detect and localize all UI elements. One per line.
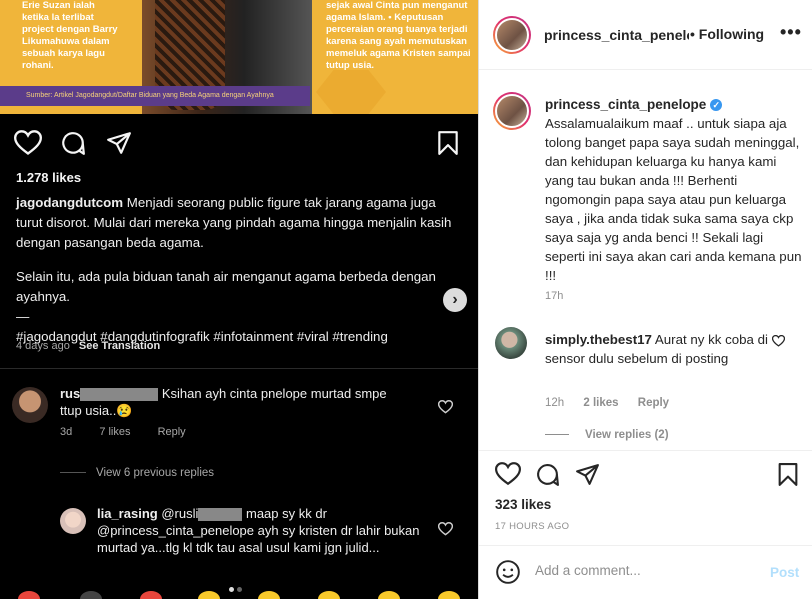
verified-badge-icon: ✓: [710, 99, 723, 112]
next-arrow-button[interactable]: ›: [443, 288, 467, 312]
comment-1-reply[interactable]: Reply: [158, 426, 186, 438]
emoji-reaction-strip: [0, 591, 478, 599]
avatar[interactable]: [12, 387, 48, 423]
post-image: Erie Suzan ialah ketika la terlibat proj…: [0, 0, 478, 114]
post-image-hexagon: [316, 70, 386, 114]
view-previous-replies-label[interactable]: View 6 previous replies: [96, 467, 214, 479]
caption-header: princess_cinta_penelope ✓: [545, 97, 723, 112]
comment-1-likes[interactable]: 7 likes: [99, 426, 130, 438]
comment-2-text-1: maap sy kk dr: [242, 506, 327, 521]
clap-emoji-icon[interactable]: [198, 591, 220, 599]
fire-emoji-icon[interactable]: [140, 591, 162, 599]
heart-emoji-icon[interactable]: [18, 591, 40, 599]
following-button[interactable]: • Following: [690, 26, 764, 42]
avatar[interactable]: [493, 16, 531, 54]
actions-divider: [479, 450, 812, 451]
bookmark-icon[interactable]: [777, 462, 799, 487]
post-image-left-text: Erie Suzan ialah ketika la terlibat proj…: [22, 0, 118, 71]
comment-2-username[interactable]: lia_rasing: [97, 506, 158, 521]
caption-time: 17h: [545, 290, 564, 302]
heart-icon[interactable]: [495, 462, 521, 486]
post-time: 4 days ago: [16, 340, 70, 352]
comment-icon[interactable]: [535, 462, 560, 487]
wow-emoji-icon[interactable]: [438, 591, 460, 599]
left-action-bar: [14, 128, 464, 156]
comment-like-heart-icon[interactable]: [772, 335, 785, 347]
view-replies-label[interactable]: View replies (2): [585, 429, 669, 441]
cry-emoji-icon[interactable]: [318, 591, 340, 599]
header-username[interactable]: princess_cinta_penelope: [544, 27, 689, 43]
add-comment-bar: Post: [495, 559, 801, 585]
post-button[interactable]: Post: [770, 565, 799, 580]
left-caption: jagodangdutcom Menjadi seorang public fi…: [16, 193, 456, 347]
share-icon[interactable]: [106, 130, 132, 156]
view-replies[interactable]: View replies (2): [545, 429, 669, 441]
add-comment-divider: [479, 545, 812, 546]
redacted-name: [80, 388, 159, 402]
left-likes-count[interactable]: 1.278 likes: [16, 170, 81, 185]
left-post-meta: 4 days ago See Translation: [16, 340, 160, 352]
comment-1-meta: 3d 7 likes Reply: [60, 426, 210, 438]
sparkle-emoji-icon[interactable]: [80, 591, 102, 599]
view-previous-replies[interactable]: View 6 previous replies: [60, 467, 214, 479]
laugh-emoji-icon[interactable]: [378, 591, 400, 599]
comment-meta: 12h 2 likes Reply: [545, 397, 685, 409]
comment-2: lia_rasing @rusli maap sy kk dr @princes…: [97, 505, 427, 556]
comment-1-age: 3d: [60, 426, 73, 438]
post-header: princess_cinta_penelope • Following •••: [479, 0, 812, 70]
comment-username[interactable]: simply.thebest17: [545, 332, 652, 347]
see-translation-link[interactable]: See Translation: [79, 340, 160, 352]
more-options-icon[interactable]: •••: [780, 22, 802, 43]
comment-2-mention-1[interactable]: @rusli: [161, 506, 198, 521]
comment-like-heart-icon[interactable]: [438, 400, 453, 414]
comment-1: rus Ksihan ayh cinta pnelope murtad smpe…: [60, 385, 400, 419]
comment-age: 12h: [545, 397, 565, 409]
comment-reply[interactable]: Reply: [638, 397, 669, 409]
smile-emoji-icon[interactable]: [258, 591, 280, 599]
left-post-panel: Erie Suzan ialah ketika la terlibat proj…: [0, 0, 478, 599]
post-image-source: Sumber: Artikel Jagodangdut/Daftar Bidua…: [0, 86, 310, 106]
right-action-bar: [495, 462, 801, 488]
caption-paragraph-2: Selain itu, ada pula biduan tanah air me…: [16, 269, 436, 304]
left-divider: [0, 368, 478, 369]
post-date[interactable]: 17 HOURS AGO: [495, 521, 569, 532]
bookmark-icon[interactable]: [436, 130, 460, 156]
avatar[interactable]: [495, 327, 527, 359]
add-comment-input[interactable]: [535, 563, 755, 578]
emoji-icon[interactable]: [495, 559, 521, 585]
share-icon[interactable]: [575, 462, 600, 487]
heart-icon[interactable]: [14, 130, 42, 156]
comment-likes[interactable]: 2 likes: [583, 397, 618, 409]
comment-1-username[interactable]: rus: [60, 386, 80, 401]
caption-username[interactable]: princess_cinta_penelope: [545, 97, 706, 112]
avatar[interactable]: [60, 508, 86, 534]
instagram-screenshot: Erie Suzan ialah ketika la terlibat proj…: [0, 0, 812, 599]
avatar[interactable]: [493, 92, 531, 130]
right-comments-panel: princess_cinta_penelope • Following ••• …: [478, 0, 812, 599]
comment-like-heart-icon[interactable]: [438, 522, 453, 536]
comment-icon[interactable]: [60, 130, 86, 156]
post-image-right-text: sejak awal Cinta pun menganut agama Isla…: [326, 0, 471, 71]
comment-simply: simply.thebest17 Aurat ny kk coba di sen…: [545, 330, 775, 368]
redacted-name: [198, 508, 243, 522]
caption-text: Assalamualaikum maaf .. untuk siapa aja …: [545, 116, 802, 283]
right-likes-count[interactable]: 323 likes: [495, 497, 551, 512]
caption-username[interactable]: jagodangdutcom: [16, 195, 123, 210]
caption-dash: —: [16, 309, 30, 324]
comment-2-mention-2[interactable]: @princess_cinta_penelope: [97, 523, 254, 538]
